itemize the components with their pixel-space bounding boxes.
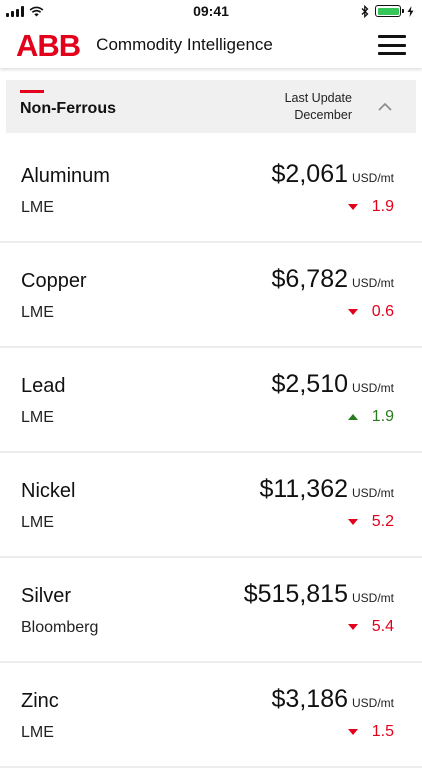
down-arrow-icon [347,729,358,735]
commodity-source: LME [21,199,54,216]
change-value: 5.4 [371,618,394,635]
commodity-name: Copper [21,270,87,292]
change-block: 0.6 [347,303,394,321]
commodity-price: $515,815 [243,580,348,608]
last-update: Last Update December [285,90,352,124]
commodity-price: $2,061 [271,160,348,188]
section-accent-bar [20,90,44,93]
section-title: Non-Ferrous [20,99,116,117]
commodity-item-copper[interactable]: Copper LME $6,782 USD/mt 0.6 [0,243,422,348]
bluetooth-icon [361,4,369,18]
commodity-name: Nickel [21,480,76,502]
price-block: $515,815 USD/mt [244,580,394,609]
commodity-price: $2,510 [271,370,348,398]
status-bar: 09:41 [0,0,422,22]
app-title: Commodity Intelligence [96,35,273,54]
price-block: $3,186 USD/mt [272,685,394,714]
price-unit: USD/mt [352,486,394,500]
change-block: 1.5 [347,723,394,741]
commodity-price: $6,782 [271,265,348,293]
commodity-item-lead[interactable]: Lead LME $2,510 USD/mt 1.9 [0,348,422,453]
price-block: $2,061 USD/mt [272,160,394,189]
commodity-source: LME [21,304,54,321]
commodity-name: Silver [21,585,72,607]
commodity-price: $3,186 [271,685,348,713]
down-arrow-icon [347,309,358,315]
down-arrow-icon [347,204,358,210]
price-unit: USD/mt [352,381,394,395]
price-unit: USD/mt [352,591,394,605]
status-left [6,5,44,17]
price-unit: USD/mt [352,696,394,710]
menu-icon[interactable] [378,35,406,55]
down-arrow-icon [347,624,358,630]
charging-bolt-icon [407,5,414,17]
commodity-item-silver[interactable]: Silver Bloomberg $515,815 USD/mt 5.4 [0,558,422,663]
commodity-source: LME [21,409,54,426]
price-unit: USD/mt [352,171,394,185]
commodity-item-nickel[interactable]: Nickel LME $11,362 USD/mt 5.2 [0,453,422,558]
status-time: 09:41 [193,3,229,19]
change-block: 1.9 [347,408,394,426]
change-value: 0.6 [371,303,394,320]
commodity-source: LME [21,514,54,531]
change-value: 1.9 [371,198,394,215]
commodity-source: Bloomberg [21,619,99,636]
change-block: 1.9 [347,198,394,216]
cellular-signal-icon [6,5,24,17]
commodity-name: Zinc [21,690,59,712]
change-value: 1.9 [371,408,394,425]
price-block: $11,362 USD/mt [259,475,394,504]
last-update-value: December [294,107,352,122]
abb-logo[interactable]: ABB [16,30,81,61]
commodity-name: Lead [21,375,66,397]
commodity-price: $11,362 [259,475,348,503]
commodity-list: Aluminum LME $2,061 USD/mt 1.9 Copper LM… [0,138,422,768]
status-right [361,4,414,18]
change-value: 1.5 [371,723,394,740]
battery-icon [375,5,404,17]
down-arrow-icon [347,519,358,525]
app-header: ABB Commodity Intelligence [0,22,422,68]
section-header-non-ferrous[interactable]: Non-Ferrous Last Update December [6,80,416,133]
change-block: 5.2 [347,513,394,531]
commodity-name: Aluminum [21,165,110,187]
wifi-icon [29,6,44,16]
price-block: $6,782 USD/mt [272,265,394,294]
chevron-up-icon[interactable] [378,100,392,114]
up-arrow-icon [347,414,358,420]
price-block: $2,510 USD/mt [272,370,394,399]
commodity-item-aluminum[interactable]: Aluminum LME $2,061 USD/mt 1.9 [0,138,422,243]
commodity-item-zinc[interactable]: Zinc LME $3,186 USD/mt 1.5 [0,663,422,768]
last-update-label: Last Update [284,90,352,105]
commodity-source: LME [21,724,54,741]
price-unit: USD/mt [352,276,394,290]
change-block: 5.4 [347,618,394,636]
change-value: 5.2 [371,513,394,530]
